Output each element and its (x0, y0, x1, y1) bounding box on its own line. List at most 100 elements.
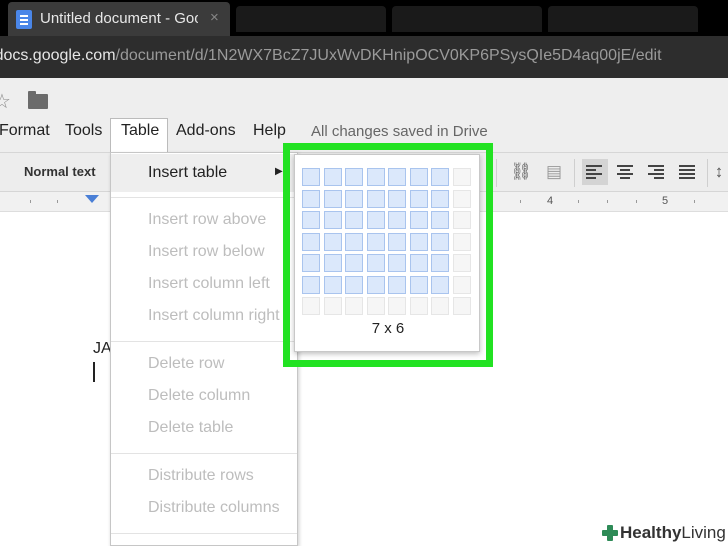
grid-cell-selected[interactable] (366, 211, 385, 229)
menu-add-ons[interactable]: Add-ons (176, 122, 236, 140)
grid-cell-selected[interactable] (345, 189, 363, 208)
grid-cell-selected[interactable] (366, 189, 385, 208)
grid-cell-selected[interactable] (345, 275, 363, 294)
grid-cell-selected[interactable] (409, 254, 428, 272)
grid-cell-selected[interactable] (431, 211, 449, 229)
style-select[interactable]: Normal text (24, 164, 96, 179)
grid-cell-selected[interactable] (431, 189, 449, 208)
grid-cell[interactable] (452, 211, 471, 229)
grid-cell[interactable] (302, 297, 320, 315)
grid-cell-selected[interactable] (366, 254, 385, 272)
align-justify-icon[interactable] (679, 163, 697, 181)
comment-icon[interactable]: ▤ (542, 161, 566, 183)
align-left-icon[interactable] (582, 159, 608, 185)
grid-cell-selected[interactable] (366, 275, 385, 294)
table-size-picker: 7 x 6 (294, 154, 480, 352)
menu-item-delete-row[interactable]: Delete row (148, 355, 224, 373)
grid-cell-selected[interactable] (388, 232, 406, 251)
grid-cell-selected[interactable] (345, 254, 363, 272)
ruler-tick (520, 200, 521, 203)
browser-tab-ghost[interactable] (548, 6, 698, 32)
grid-cell-selected[interactable] (366, 232, 385, 251)
menu-item-insert-row-above[interactable]: Insert row above (148, 211, 266, 229)
grid-cell[interactable] (452, 232, 471, 251)
grid-cell-selected[interactable] (323, 168, 342, 186)
grid-cell[interactable] (345, 297, 363, 315)
grid-cell-selected[interactable] (431, 168, 449, 186)
menu-item-insert-row-below[interactable]: Insert row below (148, 243, 265, 261)
grid-cell-selected[interactable] (323, 189, 342, 208)
browser-tab-ghost[interactable] (236, 6, 386, 32)
grid-cell-selected[interactable] (388, 168, 406, 186)
menu-table-label: Table (121, 122, 160, 139)
grid-cell[interactable] (452, 189, 471, 208)
grid-cell-selected[interactable] (345, 168, 363, 186)
browser-tab-ghost[interactable] (392, 6, 542, 32)
grid-cell[interactable] (452, 297, 471, 315)
grid-cell-selected[interactable] (323, 254, 342, 272)
toolbar-separator (574, 159, 575, 187)
grid-cell[interactable] (452, 254, 471, 272)
line-spacing-icon[interactable]: ↕ (712, 161, 726, 183)
menu-item-delete-table[interactable]: Delete table (148, 419, 233, 437)
grid-cell-selected[interactable] (409, 189, 428, 208)
menu-divider (111, 341, 297, 342)
menu-item-delete-column[interactable]: Delete column (148, 387, 250, 405)
menu-item-insert-column-left[interactable]: Insert column left (148, 275, 270, 293)
align-right-icon[interactable] (648, 163, 666, 181)
grid-cell[interactable] (452, 168, 471, 186)
grid-cell-selected[interactable] (431, 254, 449, 272)
browser-tab[interactable]: Untitled document - Goo × (8, 2, 230, 36)
grid-cell-selected[interactable] (409, 211, 428, 229)
menu-table[interactable]: Table (110, 118, 168, 152)
grid-cell[interactable] (431, 297, 449, 315)
menu-tools[interactable]: Tools (65, 122, 102, 140)
table-size-label: 7 x 6 (371, 320, 405, 337)
grid-cell[interactable] (323, 297, 342, 315)
grid-cell[interactable] (452, 275, 471, 294)
grid-cell-selected[interactable] (409, 232, 428, 251)
grid-cell-selected[interactable] (345, 211, 363, 229)
grid-cell-selected[interactable] (302, 254, 320, 272)
url-text[interactable]: ldocs.google.com/document/d/1N2WX7BcZ7JU… (0, 47, 662, 65)
grid-cell-selected[interactable] (388, 211, 406, 229)
indent-marker[interactable] (85, 195, 99, 203)
menu-format[interactable]: Format (0, 122, 50, 140)
grid-cell-selected[interactable] (409, 168, 428, 186)
grid-cell-selected[interactable] (388, 189, 406, 208)
menu-item-distribute-rows[interactable]: Distribute rows (148, 467, 254, 485)
grid-cell[interactable] (409, 297, 428, 315)
align-center-icon[interactable] (617, 163, 635, 181)
grid-cell-selected[interactable] (409, 275, 428, 294)
grid-cell-selected[interactable] (345, 232, 363, 251)
menu-item-insert-table[interactable]: Insert table ▶ (111, 154, 297, 192)
grid-cell-selected[interactable] (302, 189, 320, 208)
grid-cell-selected[interactable] (323, 275, 342, 294)
menu-item-insert-column-right[interactable]: Insert column right (148, 307, 280, 325)
document-text[interactable]: JA (93, 340, 112, 358)
folder-icon[interactable] (28, 91, 48, 109)
grid-cell-selected[interactable] (302, 232, 320, 251)
grid-cell-selected[interactable] (302, 211, 320, 229)
star-icon[interactable]: ☆ (0, 89, 11, 114)
grid-cell-selected[interactable] (302, 275, 320, 294)
grid-cell[interactable] (366, 297, 385, 315)
ruler-number: 5 (662, 195, 669, 207)
link-icon[interactable]: ⛓ (509, 161, 533, 183)
grid-cell-selected[interactable] (302, 168, 320, 186)
grid-cell-selected[interactable] (323, 211, 342, 229)
address-bar[interactable]: ldocs.google.com/document/d/1N2WX7BcZ7JU… (0, 36, 728, 78)
grid-cell-selected[interactable] (388, 275, 406, 294)
menu-help[interactable]: Help (253, 122, 286, 140)
watermark-text: HealthyLiving (620, 523, 726, 543)
close-icon[interactable]: × (210, 9, 219, 26)
grid-cell-selected[interactable] (366, 168, 385, 186)
grid-cell[interactable] (388, 297, 406, 315)
grid-cell-selected[interactable] (388, 254, 406, 272)
grid-cell-selected[interactable] (431, 232, 449, 251)
menu-item-distribute-columns[interactable]: Distribute columns (148, 499, 280, 517)
grid-cell-selected[interactable] (431, 275, 449, 294)
ruler-tick (636, 200, 637, 203)
grid-cell-selected[interactable] (323, 232, 342, 251)
watermark-brand-light: Living (681, 523, 726, 542)
